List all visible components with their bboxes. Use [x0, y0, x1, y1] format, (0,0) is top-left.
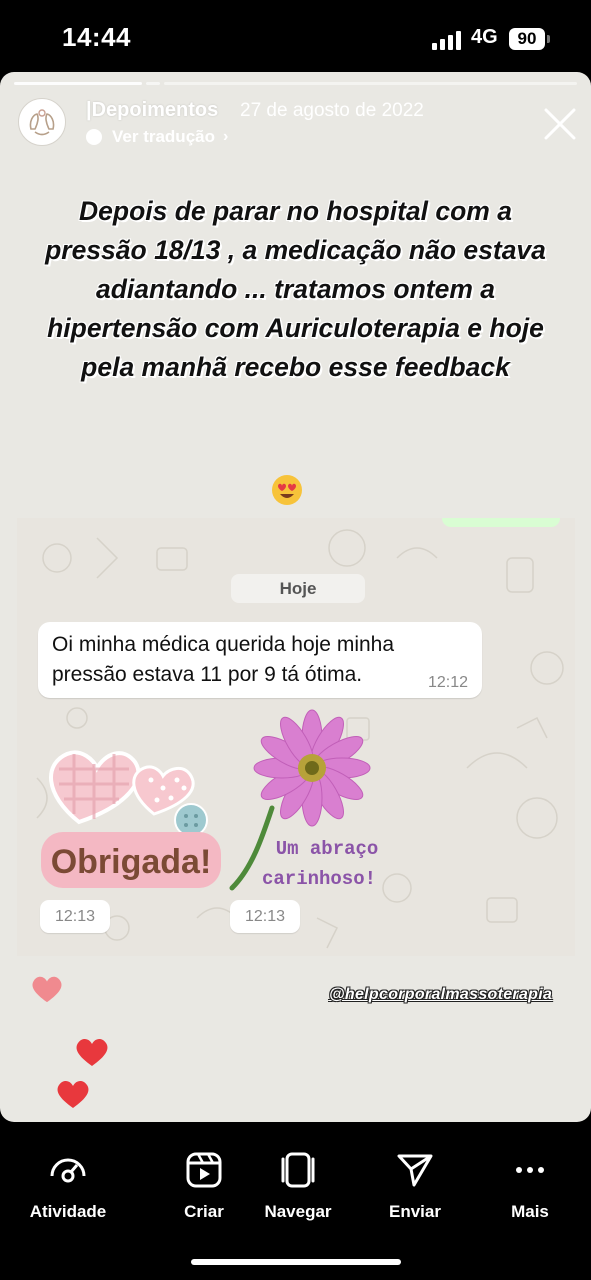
- chat-message-time: 12:12: [427, 674, 468, 691]
- nav-browse[interactable]: Navegar: [243, 1152, 353, 1222]
- watermark-handle[interactable]: @helpcorporalmassoterapia: [329, 986, 552, 1004]
- chevron-right-icon: ›: [223, 128, 229, 145]
- activity-icon: [50, 1158, 86, 1183]
- bottom-nav: Atividade Criar Navegar Enviar Mais: [0, 1122, 591, 1280]
- sticker-abraco-line1: Um abraço: [276, 838, 379, 860]
- translate-icon: [86, 129, 102, 145]
- story-date: 27 de agosto de 2022: [240, 100, 424, 121]
- heart-reaction-icon: [32, 976, 62, 1003]
- sticker-time: 12:13: [40, 900, 110, 933]
- more-icon: [516, 1167, 544, 1173]
- close-icon[interactable]: [542, 106, 578, 142]
- nav-activity-label: Atividade: [29, 1202, 107, 1221]
- status-bar: 14:44 4G 90: [0, 0, 591, 72]
- translate-link[interactable]: Ver tradução ›: [86, 126, 228, 148]
- profile-avatar[interactable]: [18, 98, 66, 146]
- nav-more[interactable]: Mais: [475, 1152, 585, 1222]
- story-progress: [14, 82, 577, 85]
- sticker-time: 12:13: [230, 900, 300, 933]
- home-indicator[interactable]: [191, 1259, 401, 1265]
- story-caption: Depois de parar no hospital com a pressã…: [45, 196, 546, 382]
- heart-eyes-emoji-icon: [272, 475, 302, 505]
- chat-message: Oi minha médica querida hoje minha press…: [38, 622, 482, 698]
- story-username[interactable]: |Depoimentos: [86, 99, 218, 122]
- translate-label: Ver tradução: [112, 127, 215, 146]
- date-divider: Hoje: [231, 574, 365, 603]
- signal-icon: [432, 30, 464, 50]
- send-icon: [397, 1154, 433, 1187]
- nav-browse-label: Navegar: [264, 1202, 332, 1221]
- previous-message-bubble: [442, 518, 560, 527]
- nav-send-label: Enviar: [389, 1202, 441, 1221]
- nav-more-label: Mais: [511, 1202, 549, 1221]
- nav-send[interactable]: Enviar: [360, 1152, 470, 1222]
- battery-icon: 90: [509, 28, 545, 50]
- reels-icon: [186, 1152, 222, 1188]
- status-time: 14:44: [62, 22, 131, 52]
- browse-icon: [281, 1152, 315, 1188]
- network-label: 4G: [471, 26, 498, 48]
- story-card[interactable]: |Depoimentos 27 de agosto de 2022 Ver tr…: [0, 72, 591, 1122]
- heart-reaction-icon: [57, 1080, 89, 1108]
- nav-activity[interactable]: Atividade: [13, 1152, 123, 1222]
- flower-sticker-icon: Um abraço carinhoso!: [229, 709, 379, 891]
- sticker-abraco-line2: carinhoso!: [262, 868, 376, 890]
- sticker-obrigada-text: Obrigada!: [51, 843, 212, 881]
- whatsapp-screenshot: Hoje Oi minha médica querida hoje minha …: [17, 518, 575, 956]
- hearts-sticker-icon: Obrigada!: [41, 750, 221, 888]
- heart-reaction-icon: [76, 1038, 108, 1066]
- battery-nub: [547, 35, 550, 43]
- chat-message-text: Oi minha médica querida hoje minha press…: [52, 633, 395, 686]
